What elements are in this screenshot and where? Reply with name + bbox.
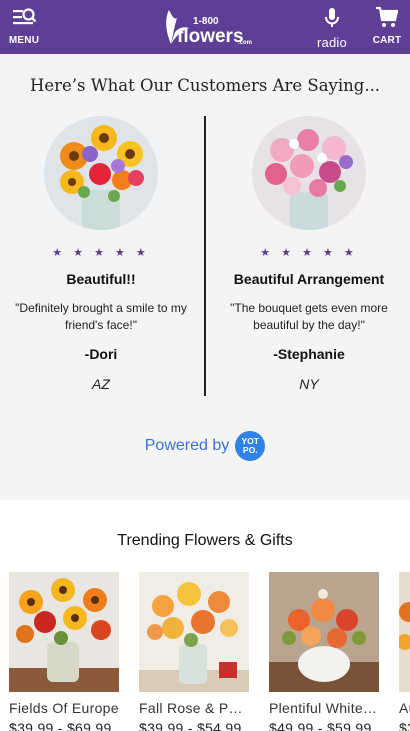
product-card[interactable]: Fields Of Europe $39.99 - $69.99 — [9, 572, 119, 731]
product-card[interactable]: Plentiful White Pumpkin $49.99 - $59.99 — [269, 572, 379, 731]
product-card[interactable]: Autumn $39.99 — [399, 572, 410, 731]
rating-stars: ★ ★ ★ ★ ★ — [260, 247, 358, 259]
product-price: $49.99 - $59.99 — [269, 720, 372, 731]
review-product-photo — [44, 116, 158, 230]
trending-title: Trending Flowers & Gifts — [117, 532, 293, 549]
review-card: ★ ★ ★ ★ ★ Beautiful Arrangement "The bou… — [214, 116, 404, 392]
product-card[interactable]: Fall Rose & Peruvian Lily $39.99 - $54.9… — [139, 572, 249, 731]
reviews-title: Here’s What Our Customers Are Saying... — [29, 76, 381, 95]
cart-button[interactable]: CART — [372, 6, 402, 46]
review-product-photo — [252, 116, 366, 230]
review-card: ★ ★ ★ ★ ★ Beautiful!! "Definitely brough… — [6, 116, 196, 392]
powered-by-yotpo[interactable]: Powered by YOT PO. — [0, 429, 410, 463]
svg-text:.com: .com — [238, 40, 252, 46]
trending-section: Trending Flowers & Gifts Fields Of Europ… — [0, 500, 410, 731]
menu-search-icon — [11, 8, 37, 34]
menu-label: MENU — [8, 35, 40, 46]
brand-logo[interactable]: 1-800 flowers .com — [155, 4, 255, 50]
review-text: "Definitely brought a smile to my friend… — [15, 301, 187, 332]
product-image[interactable] — [399, 572, 410, 692]
reviewer-name: -Dori — [84, 346, 118, 362]
product-price: $39.99 — [399, 720, 410, 731]
cart-icon — [375, 6, 399, 34]
customer-reviews-section: Here’s What Our Customers Are Saying... — [0, 54, 410, 500]
review-text: "The bouquet gets even more beautiful by… — [230, 301, 388, 332]
product-name[interactable]: Fields Of Europe — [9, 700, 119, 716]
yotpo-logo-icon: YOT PO. — [235, 431, 266, 461]
product-carousel[interactable]: Fields Of Europe $39.99 - $69.99 Fall Ro… — [9, 572, 410, 731]
reviewer-location: NY — [299, 376, 319, 392]
product-name[interactable]: Autumn — [399, 700, 410, 716]
cart-label: CART — [372, 35, 402, 46]
product-name[interactable]: Fall Rose & Peruvian Lily — [139, 700, 249, 716]
microphone-icon — [320, 8, 344, 34]
product-image[interactable] — [269, 572, 379, 692]
menu-button[interactable]: MENU — [8, 6, 40, 46]
product-price: $39.99 - $69.99 — [9, 720, 112, 731]
product-price: $39.99 - $54.99 — [139, 720, 242, 731]
radio-label: radio — [317, 35, 347, 50]
review-title: Beautiful Arrangement — [233, 271, 385, 287]
rating-stars: ★ ★ ★ ★ ★ — [52, 247, 150, 259]
review-divider — [204, 116, 206, 396]
product-name[interactable]: Plentiful White Pumpkin — [269, 700, 379, 716]
product-image[interactable] — [9, 572, 119, 692]
reviewer-location: AZ — [92, 376, 110, 392]
powered-by-text: Powered by — [144, 437, 230, 454]
radio-button[interactable]: radio — [312, 6, 352, 50]
review-title: Beautiful!! — [66, 271, 136, 287]
app-header: MENU 1-800 flowers .com radio CART — [0, 0, 410, 54]
product-image[interactable] — [139, 572, 249, 692]
reviewer-name: -Stephanie — [273, 346, 345, 362]
svg-text:flowers: flowers — [177, 26, 244, 47]
